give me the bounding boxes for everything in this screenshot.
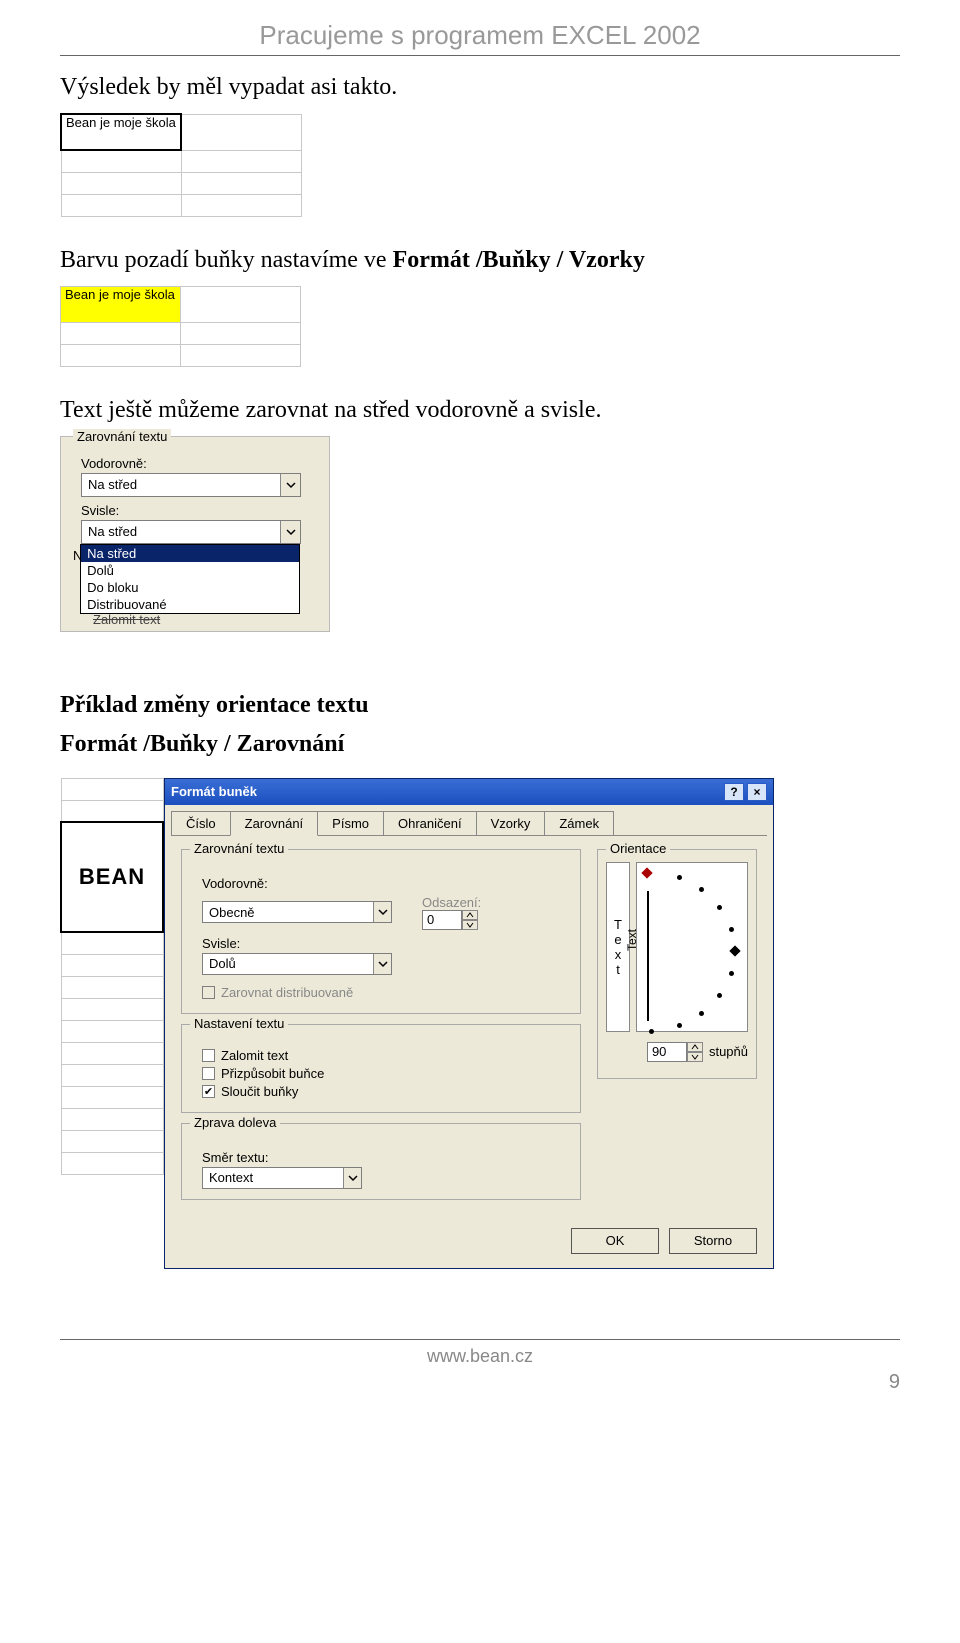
excel-snippet-3: BEAN — [60, 778, 164, 1175]
format-cells-dialog: Formát buněk ? × Číslo Zarovnání Písmo O… — [164, 778, 774, 1269]
spin-down-icon[interactable] — [687, 1052, 703, 1062]
cell-bean-text-yellow[interactable]: Bean je moje škola — [61, 286, 181, 322]
chevron-down-icon[interactable] — [373, 902, 391, 922]
spin-up-icon[interactable] — [687, 1042, 703, 1052]
excel-snippet-2: Bean je moje škola — [60, 286, 900, 367]
chevron-down-icon[interactable] — [280, 521, 300, 543]
cell-bean-text[interactable]: Bean je moje škola — [61, 114, 181, 150]
smer-label: Směr textu: — [202, 1150, 568, 1165]
checkbox-distributed-label: Zarovnat distribuovaně — [221, 985, 353, 1000]
bean-rotated-cell[interactable]: BEAN — [61, 822, 163, 932]
degrees-label: stupňů — [709, 1044, 748, 1059]
spin-up-icon[interactable] — [462, 910, 478, 920]
smer-value: Kontext — [209, 1170, 253, 1185]
checkbox-merge[interactable]: ✔ — [202, 1085, 215, 1098]
dlg-horiz-value: Obecně — [209, 905, 255, 920]
spin-down-icon[interactable] — [462, 920, 478, 930]
smer-combo[interactable]: Kontext — [202, 1167, 362, 1189]
horiz-label: Vodorovně: — [81, 456, 317, 471]
fieldset-text-settings: Nastavení textu Zalomit text Přizpůsobit… — [181, 1024, 581, 1113]
dialog-title: Formát buněk — [171, 784, 257, 799]
orientation-handle-icon[interactable] — [641, 867, 652, 878]
horiz-combo-value: Na střed — [88, 477, 137, 492]
help-icon[interactable]: ? — [724, 783, 744, 801]
checkbox-wrap-label: Zalomit text — [221, 1048, 288, 1063]
cancel-button[interactable]: Storno — [669, 1228, 757, 1254]
vert-combo-value: Na střed — [88, 524, 137, 539]
chevron-down-icon[interactable] — [373, 954, 391, 974]
groupbox-label: Zarovnání textu — [73, 429, 171, 444]
dlg-horiz-label: Vodorovně: — [202, 876, 568, 891]
paragraph-5: Formát /Buňky / Zarovnání — [60, 731, 900, 758]
paragraph-1: Výsledek by měl vypadat asi takto. — [60, 74, 900, 101]
bean-rotated-text: BEAN — [79, 864, 145, 890]
odsazeni-spinner[interactable] — [422, 910, 481, 930]
dlg-vert-combo[interactable]: Dolů — [202, 953, 392, 975]
fieldset-rtl: Zprava doleva Směr textu: Kontext — [181, 1123, 581, 1200]
odsazeni-label: Odsazení: — [422, 895, 481, 910]
fieldset-text-settings-label: Nastavení textu — [190, 1016, 288, 1031]
alignment-groupbox: Zarovnání textu Vodorovně: Na střed Svis… — [60, 436, 330, 632]
ok-button[interactable]: OK — [571, 1228, 659, 1254]
odsazeni-input[interactable] — [422, 910, 462, 930]
dlg-vert-value: Dolů — [209, 956, 236, 971]
degrees-input[interactable] — [647, 1042, 687, 1062]
dialog-tabs: Číslo Zarovnání Písmo Ohraničení Vzorky … — [165, 805, 773, 836]
tab-vzorky[interactable]: Vzorky — [476, 811, 546, 836]
dropdown-option-selected[interactable]: Na střed — [81, 545, 299, 562]
paragraph-2-bold: Formát /Buňky / Vzorky — [393, 247, 645, 273]
horiz-combo[interactable]: Na střed — [81, 473, 301, 497]
chevron-down-icon[interactable] — [343, 1168, 361, 1188]
orientation-0-icon[interactable] — [729, 945, 740, 956]
tab-pismo[interactable]: Písmo — [317, 811, 384, 836]
header-divider — [60, 55, 900, 56]
degrees-spinner[interactable] — [647, 1042, 703, 1062]
close-icon[interactable]: × — [747, 783, 767, 801]
checkbox-shrink[interactable] — [202, 1067, 215, 1080]
dropdown-option[interactable]: Dolů — [81, 562, 299, 579]
orientation-arc[interactable]: Text — [636, 862, 748, 1032]
vert-combo[interactable]: Na střed — [81, 520, 301, 544]
vert-dropdown-open[interactable]: Na střed Dolů Do bloku Distribuované — [80, 544, 300, 614]
vert-label: Svisle: — [81, 503, 317, 518]
tab-zarovnani[interactable]: Zarovnání — [230, 811, 319, 836]
fieldset-rtl-label: Zprava doleva — [190, 1115, 280, 1130]
paragraph-2a: Barvu pozadí buňky nastavíme ve — [60, 247, 393, 273]
paragraph-4-heading: Příklad změny orientace textu — [60, 692, 900, 719]
checkbox-wrap[interactable] — [202, 1049, 215, 1062]
tab-cislo[interactable]: Číslo — [171, 811, 231, 836]
page-header-title: Pracujeme s programem EXCEL 2002 — [60, 20, 900, 51]
tab-ohraniceni[interactable]: Ohraničení — [383, 811, 477, 836]
paragraph-3: Text ještě můžeme zarovnat na střed vodo… — [60, 397, 900, 424]
orientation-box: Orientace Text Text — [597, 849, 757, 1079]
dlg-vert-label: Svisle: — [202, 936, 568, 951]
checkbox-distributed — [202, 986, 215, 999]
dropdown-option[interactable]: Do bloku — [81, 579, 299, 596]
tab-zamek[interactable]: Zámek — [544, 811, 614, 836]
truncated-zalomit: Zalomit text — [93, 612, 317, 627]
checkbox-shrink-label: Přizpůsobit buňce — [221, 1066, 324, 1081]
fieldset-alignment-label: Zarovnání textu — [190, 841, 288, 856]
dropdown-option[interactable]: Distribuované — [81, 596, 299, 613]
arc-text-label: Text — [625, 928, 639, 950]
dialog-titlebar[interactable]: Formát buněk ? × — [165, 779, 773, 805]
fieldset-alignment: Zarovnání textu Vodorovně: Obecně Odsaze… — [181, 849, 581, 1014]
excel-snippet-1: Bean je moje škola — [60, 113, 900, 217]
dlg-horiz-combo[interactable]: Obecně — [202, 901, 392, 923]
chevron-down-icon[interactable] — [280, 474, 300, 496]
page-number: 9 — [60, 1371, 900, 1394]
paragraph-2: Barvu pozadí buňky nastavíme ve Formát /… — [60, 247, 900, 274]
checkbox-merge-label: Sloučit buňky — [221, 1084, 298, 1099]
footer-url: www.bean.cz — [60, 1340, 900, 1371]
orientation-label: Orientace — [606, 841, 670, 856]
